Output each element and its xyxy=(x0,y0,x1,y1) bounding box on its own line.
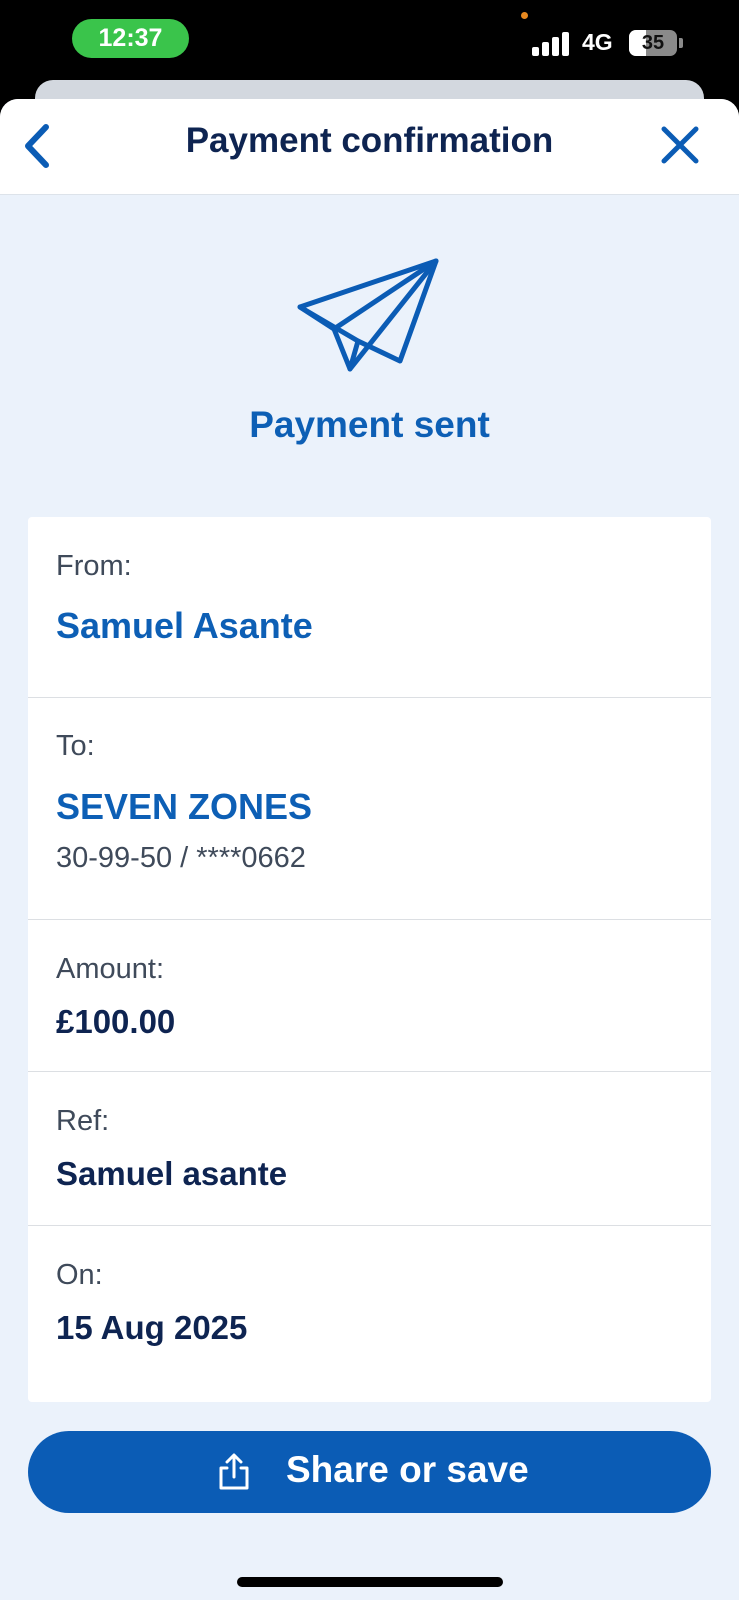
on-value: 15 Aug 2025 xyxy=(56,1309,248,1346)
on-label: On: xyxy=(56,1259,103,1291)
network-type: 4G xyxy=(582,29,613,55)
signal-strength-icon xyxy=(532,32,572,56)
payment-status-title: Payment sent xyxy=(249,404,490,445)
to-name: SEVEN ZONES xyxy=(56,786,313,827)
detail-row-ref: Ref: Samuel asante xyxy=(28,1072,711,1226)
paper-plane-icon xyxy=(297,258,439,372)
payment-details-card: From: Samuel Asante To: SEVEN ZONES 30-9… xyxy=(28,517,711,1402)
close-button[interactable] xyxy=(656,121,704,169)
share-icon xyxy=(219,1453,249,1490)
share-or-save-button[interactable]: Share or save xyxy=(28,1431,711,1513)
to-account: 30-99-50 / ****0662 xyxy=(56,842,306,874)
from-label: From: xyxy=(56,550,132,582)
ref-label: Ref: xyxy=(56,1105,110,1137)
privacy-indicator-dot xyxy=(521,12,528,19)
share-button-label: Share or save xyxy=(286,1449,529,1490)
modal-header: Payment confirmation xyxy=(0,99,739,195)
status-time: 12:37 xyxy=(72,19,189,58)
battery-percent: 35 xyxy=(641,32,665,54)
from-name: Samuel Asante xyxy=(56,605,313,646)
battery-tip xyxy=(679,38,683,48)
page-title: Payment confirmation xyxy=(185,121,554,160)
amount-label: Amount: xyxy=(56,953,164,985)
detail-row-amount: Amount: £100.00 xyxy=(28,920,711,1072)
battery-icon: 35 xyxy=(629,30,677,56)
detail-row-from: From: Samuel Asante xyxy=(28,517,711,698)
to-label: To: xyxy=(56,730,95,762)
detail-row-to: To: SEVEN ZONES 30-99-50 / ****0662 xyxy=(28,698,711,920)
ref-value: Samuel asante xyxy=(56,1155,288,1192)
home-indicator[interactable] xyxy=(237,1577,503,1587)
close-icon xyxy=(661,126,699,164)
payment-confirmation-modal: Payment confirmation Payment sent From: … xyxy=(0,99,739,1600)
amount-value: £100.00 xyxy=(56,1003,176,1040)
detail-row-on: On: 15 Aug 2025 xyxy=(28,1226,711,1402)
